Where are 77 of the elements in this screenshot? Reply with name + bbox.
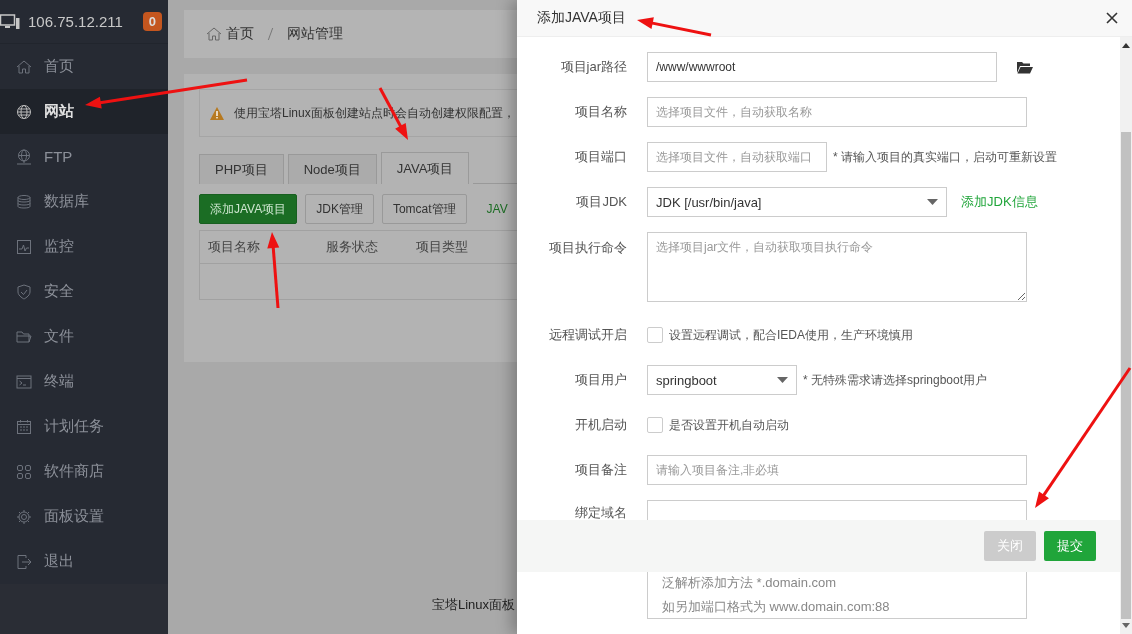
input-field[interactable]: 请输入项目备注,非必填 [647, 455, 1027, 485]
column-header: 项目类型 [416, 238, 468, 256]
checkbox-label: 是否设置开机自动启动 [669, 416, 789, 434]
home-icon [16, 58, 32, 75]
caret-icon [927, 199, 938, 205]
terminal-icon [16, 373, 32, 390]
close-icon[interactable] [1106, 12, 1118, 24]
grid-icon [16, 463, 32, 480]
placeholder-text: 泛解析添加方法 *.domain.com [662, 574, 838, 592]
sidebar-item[interactable]: 计划任务 [0, 404, 168, 449]
field-hint: * 无特殊需求请选择springboot用户 [803, 371, 988, 389]
sidebar-item[interactable]: 退出 [0, 539, 168, 584]
field-label: 项目名称 [574, 103, 627, 121]
sidebar-item[interactable]: 文件 [0, 314, 168, 359]
sidebar-item[interactable]: 数据库 [0, 179, 168, 224]
footer-text: 宝塔Linux面板 [432, 596, 516, 614]
monitor-icon [0, 13, 20, 30]
server-address: 106.75.12.211 [28, 13, 124, 30]
toolbar-link[interactable]: JAV [486, 202, 508, 216]
folder-icon[interactable] [1017, 60, 1033, 74]
tab[interactable]: PHP项目 [199, 154, 284, 184]
checkbox[interactable] [647, 327, 663, 343]
sidebar-item[interactable]: 网站 [0, 89, 168, 134]
input-field[interactable]: 选择项目文件，自动获取端口 [647, 142, 827, 172]
scrollbar-thumb[interactable] [1121, 132, 1131, 619]
checkbox[interactable] [647, 417, 663, 433]
field-label: 开机启动 [574, 416, 627, 434]
sidebar-item[interactable]: FTP [0, 134, 168, 179]
scroll-up-icon[interactable] [1122, 43, 1130, 48]
notification-badge[interactable]: 0 [142, 12, 162, 31]
submit-button[interactable]: 提交 [1044, 531, 1096, 561]
chart-icon [16, 238, 32, 255]
breadcrumb-link[interactable]: 首页 [226, 25, 254, 43]
toolbar-button[interactable]: Tomcat管理 [381, 194, 467, 224]
dialog-title: 添加JAVA项目 [537, 9, 626, 27]
input-field[interactable]: 选择项目文件，自动获取名称 [647, 97, 1027, 127]
caret-icon [777, 377, 788, 383]
field-label: 项目备注 [574, 461, 627, 479]
sidebar-item[interactable]: 首页 [0, 44, 168, 89]
field-label: 绑定域名 [574, 504, 627, 522]
home-icon [206, 26, 222, 42]
sidebar-item[interactable]: 安全 [0, 269, 168, 314]
checkbox-label: 设置远程调试，配合IEDA使用，生产环境慎用 [669, 326, 913, 344]
shield-icon [16, 283, 32, 300]
field-label: 项目JDK [575, 193, 627, 211]
sidebar-item[interactable]: 监控 [0, 224, 168, 269]
field-label: 远程调试开启 [548, 326, 627, 344]
field-hint: * 请输入项目的真实端口，启动可重新设置 [833, 148, 1057, 166]
field-label: 项目端口 [574, 148, 627, 166]
field-label: 项目执行命令 [548, 239, 627, 257]
select-field[interactable]: springboot [647, 365, 797, 395]
placeholder-text: 如另加端口格式为 www.domain.com:88 [662, 598, 891, 616]
settings-icon [16, 508, 32, 525]
scroll-down-icon[interactable] [1122, 623, 1130, 628]
column-header: 项目名称 [208, 238, 261, 256]
folder-icon [16, 328, 32, 345]
tab[interactable]: JAVA项目 [380, 152, 470, 184]
exit-icon [16, 553, 32, 570]
select-field[interactable]: JDK [/usr/bin/java] [647, 187, 947, 217]
field-label: 项目jar路径 [559, 58, 627, 76]
command-field[interactable]: 选择项目jar文件，自动获取项目执行命令 [647, 232, 1027, 302]
breadcrumb-link[interactable]: 网站管理 [287, 25, 343, 43]
toolbar-button[interactable]: JDK管理 [305, 194, 374, 224]
field-label: 项目用户 [574, 371, 627, 389]
sidebar-item[interactable]: 软件商店 [0, 449, 168, 494]
add-jdk-link[interactable]: 添加JDK信息 [961, 193, 1038, 211]
sidebar-item[interactable]: 终端 [0, 359, 168, 404]
network-icon [16, 148, 32, 165]
sidebar-item[interactable]: 面板设置 [0, 494, 168, 539]
input-field[interactable]: /www/wwwroot [647, 52, 997, 82]
calendar-icon [16, 418, 32, 435]
warning-icon [210, 106, 224, 120]
column-header: 服务状态 [326, 238, 379, 256]
globe-icon [16, 103, 32, 120]
tab[interactable]: Node项目 [287, 154, 377, 184]
add-project-button[interactable]: 添加JAVA项目 [199, 194, 298, 224]
database-icon [16, 193, 32, 210]
